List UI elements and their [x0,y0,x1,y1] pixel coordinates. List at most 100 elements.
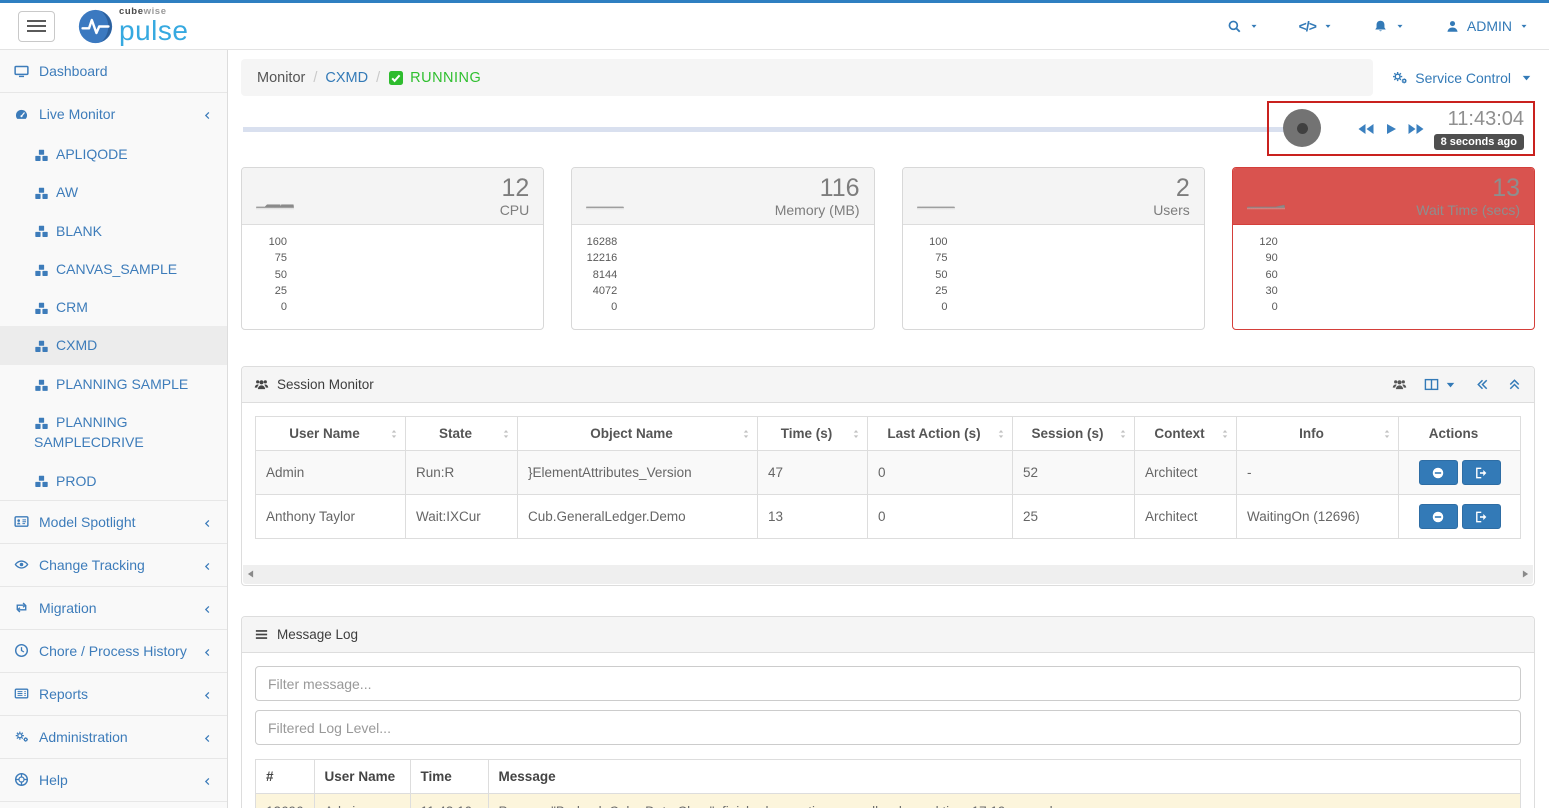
sidebar-item-model-spotlight[interactable]: Model Spotlight [0,500,227,543]
running-status-badge: RUNNING [388,70,481,86]
instance-label: BLANK [56,223,102,239]
column-header-context[interactable]: Context [1135,417,1237,451]
breadcrumb-monitor: Monitor [257,70,305,86]
sidebar-item-about[interactable]: About [0,801,227,808]
brand-text: cubewise pulse [119,7,188,45]
columns-toggle[interactable] [1424,377,1458,392]
code-icon: </> [1299,18,1316,34]
notifications-menu[interactable] [1373,19,1405,34]
columns-icon [1424,377,1439,392]
sidebar-item-label: Migration [39,600,97,616]
heart-icon [256,179,294,213]
forward-button[interactable] [1407,123,1425,135]
message-log-body: #User NameTimeMessage12696Admin11:43:10P… [242,653,1534,808]
instance-label: CANVAS_SAMPLE [56,261,177,277]
scroll-right-arrow[interactable] [1522,569,1529,579]
sidebar-item-migration[interactable]: Migration [0,586,227,629]
session-cell: Admin [256,451,406,495]
column-header-object-name[interactable]: Object Name [518,417,758,451]
y-axis-label: 90 [1266,252,1278,264]
column-header-state[interactable]: State [406,417,518,451]
rewind-button[interactable] [1357,123,1375,135]
sidebar-item-label: Chore / Process History [39,643,187,659]
session-cell: 47 [758,451,868,495]
instance-label: CXMD [56,337,97,353]
session-monitor-hscrollbar[interactable] [243,565,1533,584]
cubes-icon [34,148,49,163]
y-axis-label: 4072 [593,285,617,297]
session-monitor-body: User NameStateObject Name Time (s) Last Ac… [242,403,1534,557]
sidebar-instance-apliqode[interactable]: APLIQODE [0,135,227,173]
sidebar-item-help[interactable]: Help [0,758,227,801]
sidebar-instance-aw[interactable]: AW [0,173,227,211]
sidebar-instance-planning-sample[interactable]: PLANNING SAMPLE [0,365,227,403]
column-label: Time (s) [781,426,833,441]
sidebar-item-chore-process-history[interactable]: Chore / Process History [0,629,227,672]
timeline-track[interactable] [243,127,1301,132]
sidebar: DashboardLive Monitor APLIQODE AW BLANK CANV… [0,50,228,808]
column-header-session-s-[interactable]: Session (s) [1013,417,1135,451]
search-menu[interactable] [1227,19,1259,34]
sidebar-item-label: Administration [39,729,128,745]
y-axis-label: 60 [1266,269,1278,281]
y-axis-label: 120 [1259,236,1277,248]
y-axis-label: 0 [941,301,947,313]
disconnect-session-button[interactable] [1462,460,1501,485]
cubes-icon [34,186,49,201]
sessions-users-icon[interactable] [1392,377,1407,392]
cancel-operation-button[interactable] [1419,504,1458,529]
column-header-time-s-[interactable]: Time (s) [758,417,868,451]
column-header-user-name[interactable]: User Name [256,417,406,451]
disconnect-session-button[interactable] [1462,504,1501,529]
session-cell: }ElementAttributes_Version [518,451,758,495]
session-row: Anthony TaylorWait:IXCurCub.GeneralLedge… [256,495,1521,539]
sidebar-item-reports[interactable]: Reports [0,672,227,715]
breadcrumb-cxmd[interactable]: CXMD [325,70,368,86]
session-cell: Run:R [406,451,518,495]
collapse-left[interactable] [1475,377,1490,392]
timeline-knob[interactable] [1283,109,1321,147]
media-controls [1357,123,1425,135]
sidebar-item-label: Change Tracking [39,557,145,573]
cancel-operation-button[interactable] [1419,460,1458,485]
session-monitor-panel: Session Monitor User NameStateObject Nam… [241,366,1535,586]
hamburger-menu-button[interactable] [18,11,55,42]
sidebar-item-dashboard[interactable]: Dashboard [0,50,227,92]
y-axis-label: 8144 [593,269,617,281]
column-header-info[interactable]: Info [1237,417,1399,451]
sidebar-item-administration[interactable]: Administration [0,715,227,758]
collapse-up[interactable] [1507,377,1522,392]
sidebar-item-label: Help [39,772,68,788]
service-control-button[interactable]: Service Control [1391,70,1535,86]
sidebar-instance-blank[interactable]: BLANK [0,212,227,250]
sidebar-item-change-tracking[interactable]: Change Tracking [0,543,227,586]
sidebar-instance-cxmd[interactable]: CXMD [0,326,227,364]
log-cell: Admin [314,794,410,808]
play-button[interactable] [1385,123,1397,135]
card-value: 2 [1153,174,1190,203]
sidebar-instance-prod[interactable]: PROD [0,462,227,500]
user-menu[interactable]: ADMIN [1445,18,1529,34]
log-level-filter-input[interactable] [255,710,1521,745]
session-actions-cell [1399,451,1521,495]
session-cell: 25 [1013,495,1135,539]
sort-icon [850,428,862,440]
playback-time-block: 11:43:04 8 seconds ago [1434,108,1533,150]
pulse-logo[interactable]: cubewise pulse [77,7,188,45]
sidebar-instance-canvas-sample[interactable]: CANVAS_SAMPLE [0,250,227,288]
sidebar-instance-crm[interactable]: CRM [0,288,227,326]
sidebar-instance-planning-samplecdrive[interactable]: PLANNING SAMPLECDRIVE [0,403,227,462]
cubes-icon [34,378,49,393]
card-sparkline: 1007550250 [242,225,543,329]
log-cell: 12696 [256,794,315,808]
life-ring-icon [14,772,29,787]
sidebar-item-live-monitor[interactable]: Live Monitor [0,92,227,135]
sort-icon [1117,428,1129,440]
column-header-last-action-s-[interactable]: Last Action (s) [868,417,1013,451]
session-cell: Wait:IXCur [406,495,518,539]
code-menu[interactable]: </> [1299,18,1333,34]
scroll-left-arrow[interactable] [247,569,254,579]
message-filter-input[interactable] [255,666,1521,701]
instance-label: APLIQODE [56,146,128,162]
user-icon [1445,19,1460,34]
